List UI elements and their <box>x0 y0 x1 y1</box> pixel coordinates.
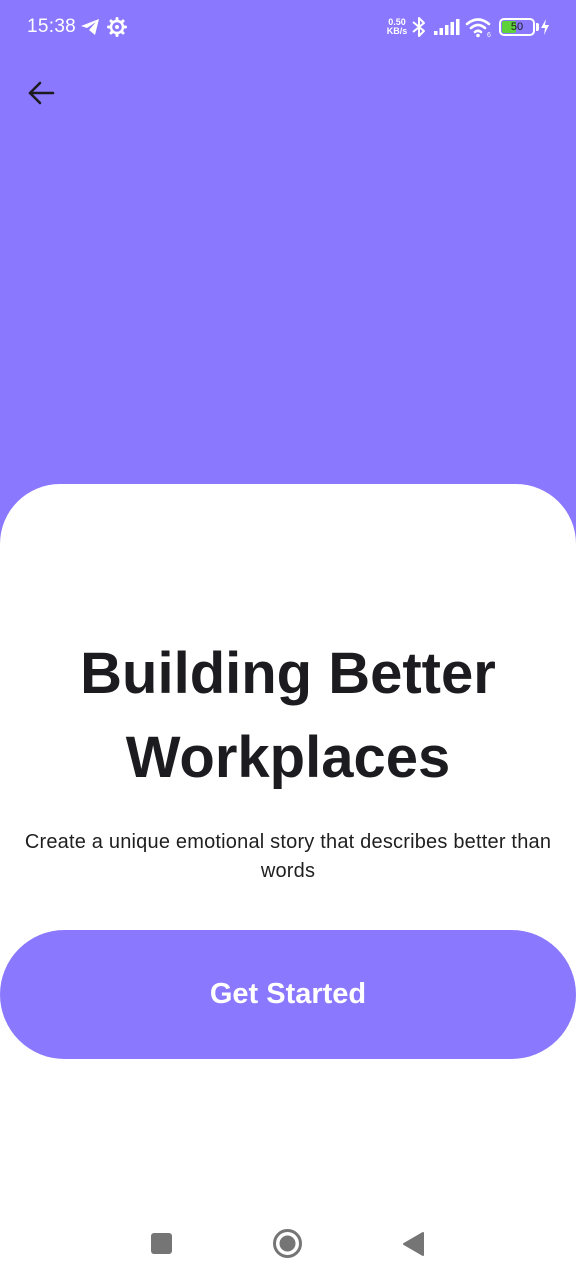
bluetooth-icon <box>412 17 425 37</box>
recents-square-icon[interactable] <box>150 1232 173 1255</box>
page-subtitle: Create a unique emotional story that des… <box>24 831 552 882</box>
arrow-left-icon <box>28 81 55 105</box>
page-title: Building Better Workplaces <box>80 641 496 790</box>
wifi-icon: 6 <box>465 18 491 38</box>
onboarding-screen: 15:38 0.50 KB/s 6 50 Building Better Wor… <box>0 0 576 1280</box>
battery-icon: 50 <box>499 18 535 36</box>
settings-gear-icon <box>107 17 127 37</box>
signal-icon <box>434 19 460 35</box>
network-speed: 0.50 KB/s <box>384 18 410 36</box>
svg-text:6: 6 <box>487 32 491 38</box>
telegram-icon <box>81 19 99 35</box>
back-triangle-icon[interactable] <box>401 1231 425 1257</box>
charging-bolt-icon <box>541 19 549 35</box>
back-button[interactable] <box>18 70 64 116</box>
status-time: 15:38 <box>27 16 77 37</box>
battery-level: 50 <box>510 21 524 33</box>
network-speed-unit: KB/s <box>386 26 408 36</box>
battery-cap <box>536 23 539 31</box>
status-bar: 15:38 0.50 KB/s 6 50 <box>0 0 576 56</box>
home-circle-icon[interactable] <box>272 1228 303 1259</box>
hero-banner <box>0 0 576 560</box>
system-nav-bar <box>0 1208 576 1280</box>
get-started-button[interactable]: Get Started <box>0 930 576 1059</box>
